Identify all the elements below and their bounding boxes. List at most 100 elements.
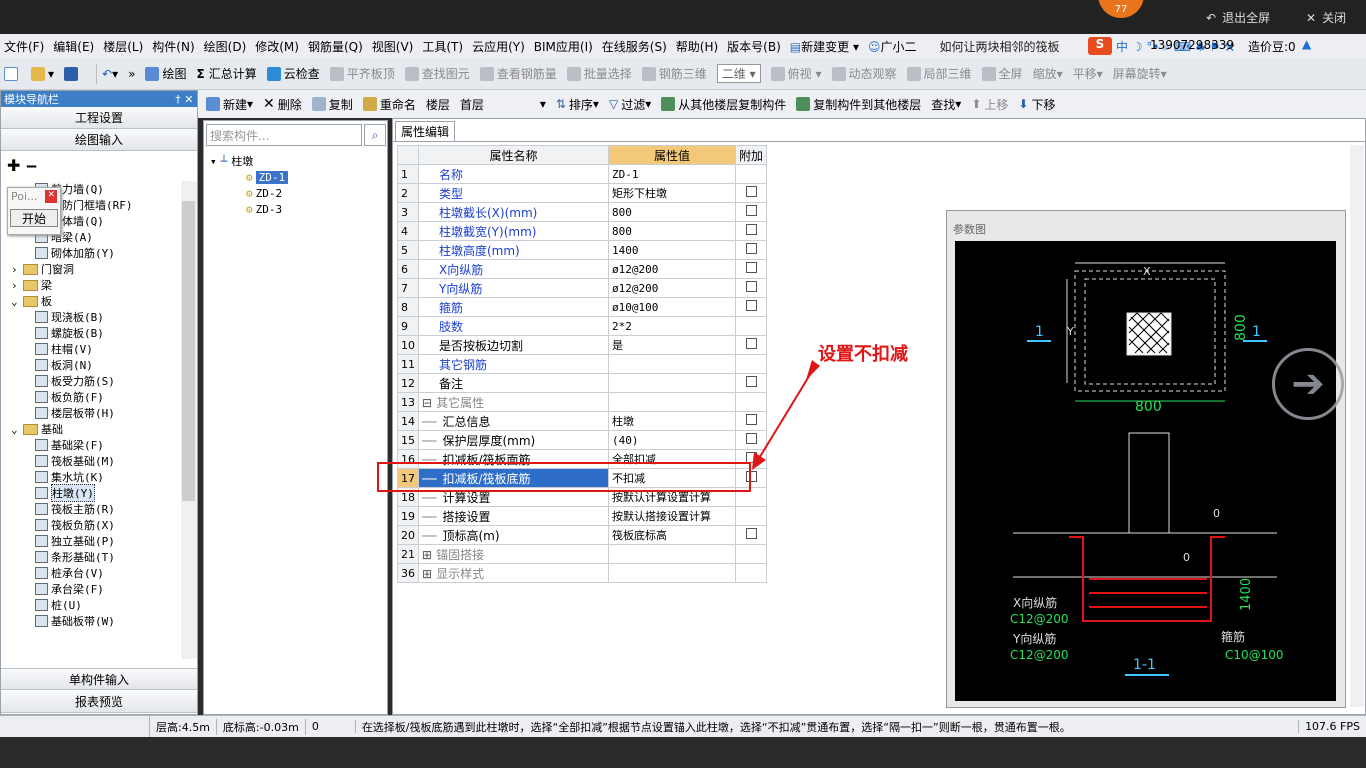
local-3d-button[interactable]: 局部三维 bbox=[906, 65, 972, 82]
tree-item[interactable]: 筏板负筋(X) bbox=[5, 517, 181, 533]
tree-item[interactable]: 筏板主筋(R) bbox=[5, 501, 181, 517]
view-mode-select[interactable]: 二维 ▾ bbox=[716, 64, 761, 83]
drawing-input-button[interactable]: 绘图输入 bbox=[1, 129, 197, 151]
extra-checkbox[interactable] bbox=[745, 262, 757, 273]
expand-icon[interactable]: › bbox=[11, 279, 23, 292]
expand-all-icon[interactable]: ✚ bbox=[7, 156, 20, 175]
table-row[interactable]: 8 箍筋 ø10@100 bbox=[397, 297, 768, 317]
extra-checkbox[interactable] bbox=[745, 300, 757, 311]
prop-name-cell[interactable]: 肢数 bbox=[418, 316, 609, 336]
notification-badge[interactable]: 77 bbox=[1098, 0, 1144, 18]
tree-item[interactable]: 板洞(N) bbox=[5, 357, 181, 373]
tree-item[interactable]: 桩承台(V) bbox=[5, 565, 181, 581]
tree-item[interactable]: 桩(U) bbox=[5, 597, 181, 613]
tree-item[interactable]: 砌体加筋(Y) bbox=[5, 245, 181, 261]
pan-button[interactable]: 平移 ▾ bbox=[1073, 65, 1103, 82]
tree-item[interactable]: 独立基础(P) bbox=[5, 533, 181, 549]
tree-folder[interactable]: ⌄ 板 bbox=[5, 293, 181, 309]
overflow-icon[interactable]: » bbox=[128, 67, 135, 81]
tab-property-edit[interactable]: 属性编辑 bbox=[395, 121, 455, 141]
tree-folder[interactable]: › 门窗洞 bbox=[5, 261, 181, 277]
question-link[interactable]: 如何让两块相邻的筏板 bbox=[940, 38, 1060, 55]
prop-name-cell[interactable]: X向纵筋 bbox=[418, 259, 609, 279]
tree-item[interactable]: 板受力筋(S) bbox=[5, 373, 181, 389]
menu-version[interactable]: 版本号(B) bbox=[727, 38, 781, 55]
report-preview-button[interactable]: 报表预览 bbox=[1, 691, 197, 713]
table-row[interactable]: 2 类型 矩形下柱墩 bbox=[397, 183, 768, 203]
summary-calc-button[interactable]: Σ 汇总计算 bbox=[196, 65, 256, 82]
exit-fullscreen-button[interactable]: ↶ 退出全屏 bbox=[1206, 9, 1270, 26]
rotate-screen-button[interactable]: 屏幕旋转 ▾ bbox=[1113, 65, 1167, 82]
phone-number[interactable]: 13907298339 bbox=[1150, 38, 1234, 52]
tree-item[interactable]: 柱墩(Y) bbox=[5, 484, 181, 502]
prop-value-cell[interactable]: 800 bbox=[608, 221, 736, 241]
table-row[interactable]: 5 柱墩高度(mm) 1400 bbox=[397, 240, 768, 260]
prop-name-cell[interactable]: 柱墩截宽(Y)(mm) bbox=[418, 221, 609, 241]
draw-button[interactable]: 绘图 bbox=[145, 65, 186, 82]
pin-icon[interactable]: † bbox=[175, 93, 181, 106]
menu-help[interactable]: 帮助(H) bbox=[676, 38, 718, 55]
batch-select-button[interactable]: 批量选择 bbox=[566, 65, 632, 82]
prop-value-cell[interactable]: 筏板底标高 bbox=[608, 525, 736, 545]
tree-folder[interactable]: › 梁 bbox=[5, 277, 181, 293]
prop-value-cell[interactable]: 800 bbox=[608, 202, 736, 222]
tree-item[interactable]: 现浇板(B) bbox=[5, 309, 181, 325]
table-row[interactable]: 13 ⊟ 其它属性 bbox=[397, 392, 768, 412]
prop-value-cell[interactable] bbox=[608, 563, 736, 583]
move-up-button[interactable]: ⬆ 上移 bbox=[971, 96, 1008, 113]
menu-edit[interactable]: 编辑(E) bbox=[53, 38, 94, 55]
table-row[interactable]: 7 Y向纵筋 ø12@200 bbox=[397, 278, 768, 298]
table-row[interactable]: 20 ── 顶标高(m) 筏板底标高 bbox=[397, 525, 768, 545]
copy-button[interactable]: 复制 bbox=[311, 96, 353, 113]
close-button[interactable]: ✕ 关闭 bbox=[1306, 9, 1346, 26]
view-rebar-qty-button[interactable]: 查看钢筋量 bbox=[479, 65, 557, 82]
table-row[interactable]: 11 其它钢筋 bbox=[397, 354, 768, 374]
tree-folder[interactable]: ⌄ 基础 bbox=[5, 421, 181, 437]
collapse-icon[interactable]: ⌄ bbox=[11, 295, 23, 308]
tree-item[interactable]: 基础梁(F) bbox=[5, 437, 181, 453]
menu-file[interactable]: 文件(F) bbox=[4, 38, 44, 55]
search-icon[interactable]: ⌕ bbox=[364, 124, 386, 146]
menu-modify[interactable]: 修改(M) bbox=[255, 38, 299, 55]
menu-tools[interactable]: 工具(T) bbox=[422, 38, 463, 55]
prop-value-cell[interactable]: ø12@200 bbox=[608, 278, 736, 298]
prop-name-cell[interactable]: ── 搭接设置 bbox=[418, 506, 609, 526]
fullscreen-button[interactable]: 全屏 bbox=[981, 65, 1023, 82]
prop-value-cell[interactable] bbox=[608, 544, 736, 564]
single-component-input-button[interactable]: 单构件输入 bbox=[1, 668, 197, 690]
prop-value-cell[interactable] bbox=[608, 392, 736, 412]
prop-name-cell[interactable]: ── 顶标高(m) bbox=[418, 525, 609, 545]
table-row[interactable]: 3 柱墩截长(X)(mm) 800 bbox=[397, 202, 768, 222]
prop-value-cell[interactable]: ZD-1 bbox=[608, 164, 736, 184]
table-row[interactable]: 15 ── 保护层厚度(mm) (40) bbox=[397, 430, 768, 450]
prop-value-cell[interactable]: (40) bbox=[608, 430, 736, 450]
prop-name-cell[interactable]: Y向纵筋 bbox=[418, 278, 609, 298]
tree-item[interactable]: 柱帽(V) bbox=[5, 341, 181, 357]
prop-name-cell[interactable]: 柱墩截长(X)(mm) bbox=[418, 202, 609, 222]
table-row[interactable]: 9 肢数 2*2 bbox=[397, 316, 768, 336]
table-row[interactable]: 4 柱墩截宽(Y)(mm) 800 bbox=[397, 221, 768, 241]
menu-guangxiaoer[interactable]: ☺广小二 bbox=[868, 38, 917, 55]
new-file-button[interactable] bbox=[4, 66, 21, 81]
extra-checkbox[interactable] bbox=[745, 205, 757, 216]
sort-button[interactable]: ⇅ 排序 ▾ bbox=[556, 96, 599, 113]
prop-name-cell[interactable]: ⊞ 锚固搭接 bbox=[418, 544, 609, 564]
prop-name-cell[interactable]: ── 汇总信息 bbox=[418, 411, 609, 431]
tree-item[interactable]: 筏板基础(M) bbox=[5, 453, 181, 469]
menu-cloud[interactable]: 云应用(Y) bbox=[472, 38, 525, 55]
expand-icon[interactable]: › bbox=[11, 263, 23, 276]
prop-name-cell[interactable]: 名称 bbox=[418, 164, 609, 184]
open-file-button[interactable]: ▾ bbox=[31, 66, 54, 81]
popup-close-icon[interactable]: ✕ bbox=[45, 190, 57, 203]
table-row[interactable]: 10 是否按板边切割 是 bbox=[397, 335, 768, 355]
table-row[interactable]: 21 ⊞ 锚固搭接 bbox=[397, 544, 768, 564]
prop-name-cell[interactable]: 类型 bbox=[418, 183, 609, 203]
prop-name-cell[interactable]: ⊞ 显示样式 bbox=[418, 563, 609, 583]
menu-floor[interactable]: 楼层(L) bbox=[103, 38, 143, 55]
list-item[interactable]: ⚙ ZD-2 bbox=[210, 185, 288, 201]
table-row[interactable]: 19 ── 搭接设置 按默认搭接设置计算 bbox=[397, 506, 768, 526]
copy-from-floor-button[interactable]: 从其他楼层复制构件 bbox=[661, 96, 786, 113]
orbit-button[interactable]: 动态观察 bbox=[831, 65, 897, 82]
table-row[interactable]: 36 ⊞ 显示样式 bbox=[397, 563, 768, 583]
zoom-button[interactable]: 缩放 ▾ bbox=[1033, 65, 1063, 82]
